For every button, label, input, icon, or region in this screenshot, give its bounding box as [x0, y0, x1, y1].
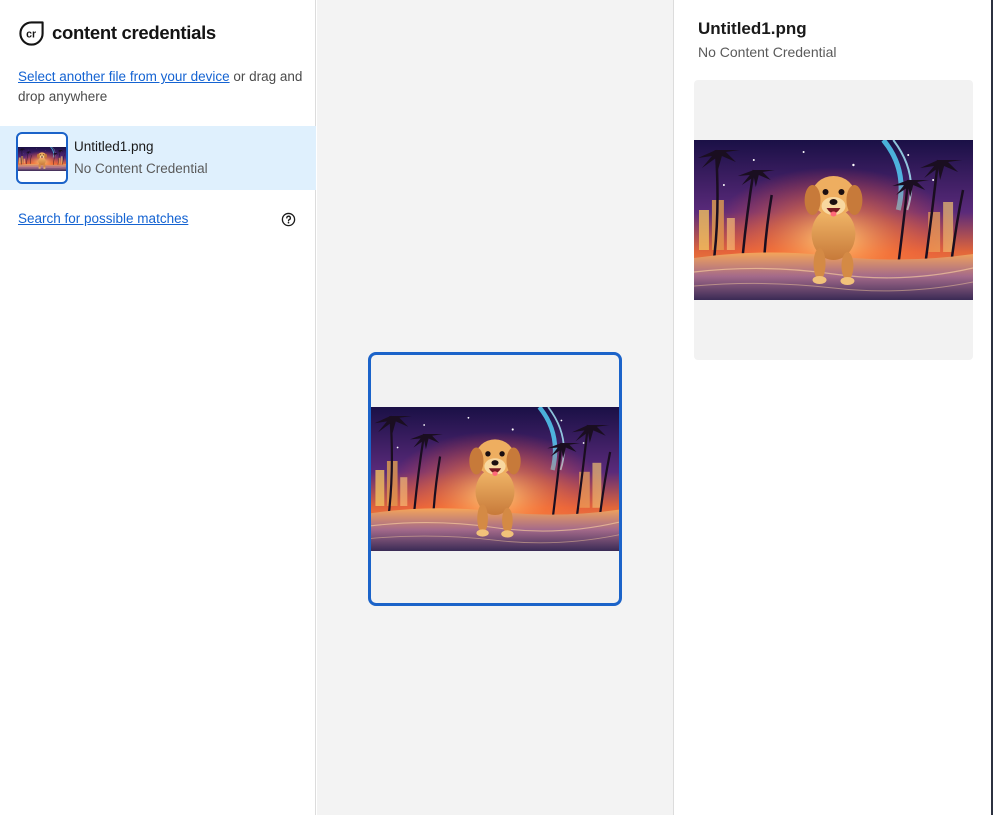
cr-logo-icon: cr — [19, 20, 44, 46]
puppy-image — [694, 140, 973, 300]
brand[interactable]: cr content credentials — [18, 19, 216, 47]
svg-text:cr: cr — [26, 28, 36, 40]
question-circle-icon[interactable] — [281, 212, 296, 227]
brand-name: content credentials — [52, 22, 216, 43]
search-matches-link[interactable]: Search for possible matches — [18, 211, 188, 226]
detail-panel: Untitled1.png No Content Credential — [673, 0, 993, 815]
file-name: Untitled1.png — [74, 139, 154, 154]
puppy-image — [18, 147, 66, 171]
file-status: No Content Credential — [74, 161, 208, 176]
file-list-item[interactable]: Untitled1.png No Content Credential — [0, 126, 316, 190]
upload-instructions: Select another file from your device or … — [18, 67, 303, 106]
detail-status: No Content Credential — [698, 44, 837, 60]
sidebar: cr content credentials Select another fi… — [0, 0, 316, 815]
image-canvas — [317, 0, 673, 815]
select-file-link[interactable]: Select another file from your device — [18, 69, 230, 84]
puppy-image — [371, 407, 619, 551]
detail-title: Untitled1.png — [698, 19, 807, 38]
image-preview-card[interactable] — [368, 352, 622, 606]
file-thumbnail — [16, 132, 68, 184]
detail-image-frame — [694, 80, 973, 360]
